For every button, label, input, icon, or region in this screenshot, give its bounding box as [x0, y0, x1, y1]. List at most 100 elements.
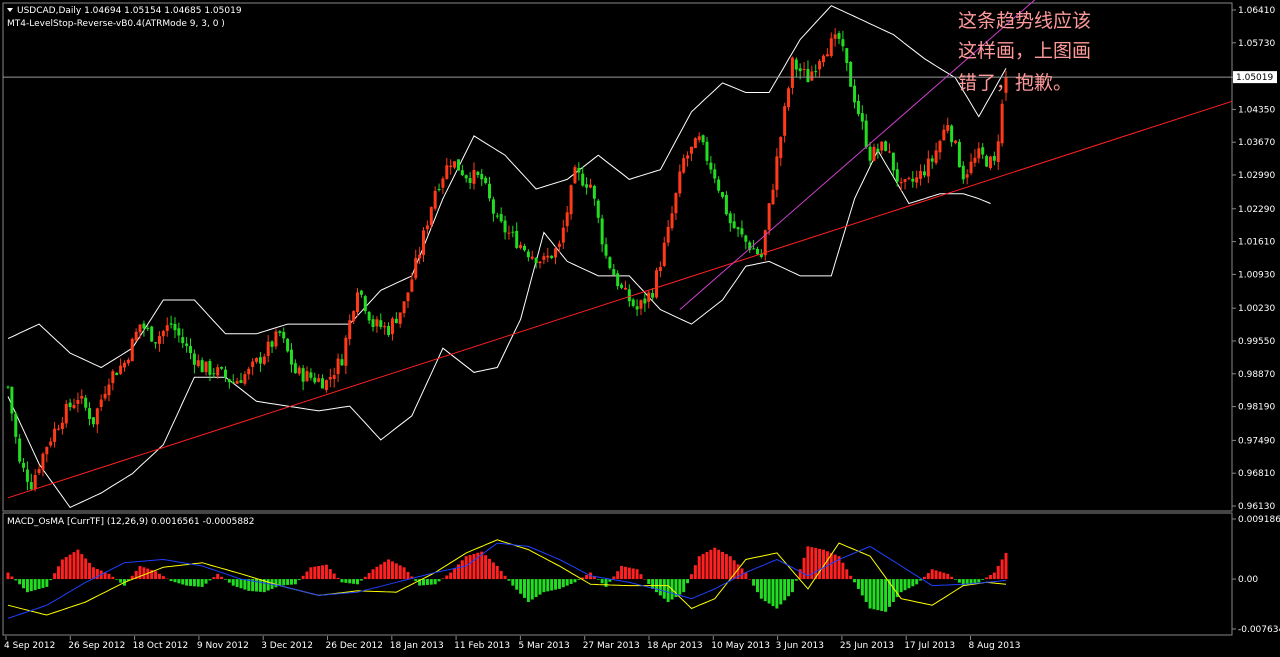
- candle: [130, 337, 134, 362]
- macd-bar: [922, 576, 926, 580]
- candle: [957, 139, 961, 168]
- macd-bar: [425, 579, 429, 585]
- macd-bar: [293, 579, 297, 585]
- macd-bar: [856, 579, 860, 589]
- macd-bar: [383, 561, 387, 580]
- time-tick-label: 8 Aug 2013: [969, 641, 1021, 651]
- macd-bar: [169, 579, 173, 582]
- macd-bar: [515, 579, 519, 590]
- macd-bar: [938, 571, 942, 580]
- macd-bar: [903, 579, 907, 591]
- candle: [693, 137, 697, 149]
- macd-bar: [84, 558, 88, 580]
- macd-bar: [860, 579, 864, 596]
- macd-bar: [915, 579, 919, 585]
- macd-bar: [324, 564, 328, 580]
- macd-bar: [787, 579, 791, 597]
- macd-bar: [864, 579, 868, 602]
- time-tick-label: 18 Oct 2012: [133, 641, 189, 651]
- macd-bar: [208, 579, 212, 581]
- macd-bar: [992, 572, 996, 580]
- macd-bar: [872, 579, 876, 610]
- macd-bar: [154, 571, 158, 580]
- price-tick-label: 0.96130: [1238, 502, 1275, 512]
- macd-bar: [239, 579, 243, 589]
- macd-bar: [495, 565, 499, 580]
- macd-bar: [255, 579, 259, 592]
- macd-bar: [724, 554, 728, 580]
- macd-bar: [317, 565, 321, 580]
- macd-bar: [60, 559, 64, 580]
- macd-bar: [115, 579, 119, 580]
- macd-bar: [204, 579, 208, 584]
- macd-bar: [717, 549, 721, 580]
- macd-bar: [907, 579, 911, 589]
- macd-bar: [880, 579, 884, 611]
- macd-bar: [80, 554, 84, 580]
- macd-bar: [68, 554, 72, 580]
- time-tick-label: 3 Jun 2013: [776, 641, 824, 651]
- time-tick-label: 26 Dec 2012: [326, 641, 384, 651]
- macd-bar: [946, 573, 950, 580]
- macd-bar: [678, 579, 682, 595]
- macd-bar: [709, 549, 713, 580]
- macd-bar: [274, 579, 278, 588]
- macd-bar: [957, 579, 961, 583]
- macd-bar: [441, 578, 445, 580]
- macd-bar: [111, 576, 115, 580]
- macd-bar: [37, 579, 41, 590]
- macd-bar: [309, 567, 313, 580]
- macd-bar: [18, 579, 22, 585]
- macd-bar: [853, 579, 857, 583]
- macd-bar: [845, 569, 849, 580]
- macd-bar: [554, 579, 558, 590]
- macd-bar: [930, 569, 934, 580]
- macd-bar: [472, 553, 476, 580]
- macd-bar: [22, 579, 26, 589]
- candle: [884, 140, 888, 152]
- macd-bar: [526, 579, 530, 602]
- macd-bar: [286, 579, 290, 585]
- symbol-info: USDCAD,Daily 1.04694 1.05154 1.04685 1.0…: [17, 6, 242, 16]
- macd-bar: [565, 579, 569, 586]
- macd-bar: [282, 579, 286, 586]
- macd-bar: [414, 579, 418, 582]
- price-tick-label: 0.99550: [1238, 337, 1275, 347]
- macd-bar: [402, 567, 406, 580]
- macd-bar: [344, 579, 348, 583]
- macd-bar: [818, 548, 822, 580]
- time-tick-label: 9 Nov 2012: [197, 641, 249, 651]
- macd-bar: [379, 564, 383, 580]
- candle: [1000, 99, 1004, 147]
- macd-bar: [522, 579, 526, 598]
- time-tick-label: 26 Sep 2012: [68, 641, 125, 651]
- annotation-note: 这条趋势线应该 这样画，上图画 错了，抱歉。: [958, 10, 1091, 94]
- macd-bar: [651, 579, 655, 589]
- time-tick-label: 27 Mar 2013: [583, 641, 640, 651]
- macd-bar: [332, 573, 336, 580]
- macd-bar: [305, 571, 309, 580]
- macd-bar: [484, 555, 488, 580]
- macd-bar: [573, 579, 577, 583]
- macd-bar: [200, 579, 204, 587]
- macd-bar: [950, 576, 954, 580]
- candle: [18, 434, 22, 464]
- macd-bar: [189, 579, 193, 586]
- macd-bar: [569, 579, 573, 584]
- macd-bar: [6, 572, 10, 580]
- macd-bar: [658, 579, 662, 596]
- candle: [150, 325, 154, 343]
- macd-bar: [359, 579, 363, 581]
- price-tick-label: 1.00930: [1238, 270, 1275, 280]
- macd-bar: [157, 573, 161, 580]
- macd-tick-label: -0.007634: [1238, 625, 1280, 635]
- macd-bar: [973, 579, 977, 584]
- macd-bar: [348, 579, 352, 584]
- macd-bar: [596, 579, 600, 580]
- macd-bar: [802, 557, 806, 580]
- macd-bar: [173, 579, 177, 583]
- macd-bar: [996, 565, 1000, 580]
- macd-bar: [643, 579, 647, 580]
- macd-bar: [185, 579, 189, 586]
- annotation-line-1: 这条趋势线应该: [958, 10, 1091, 32]
